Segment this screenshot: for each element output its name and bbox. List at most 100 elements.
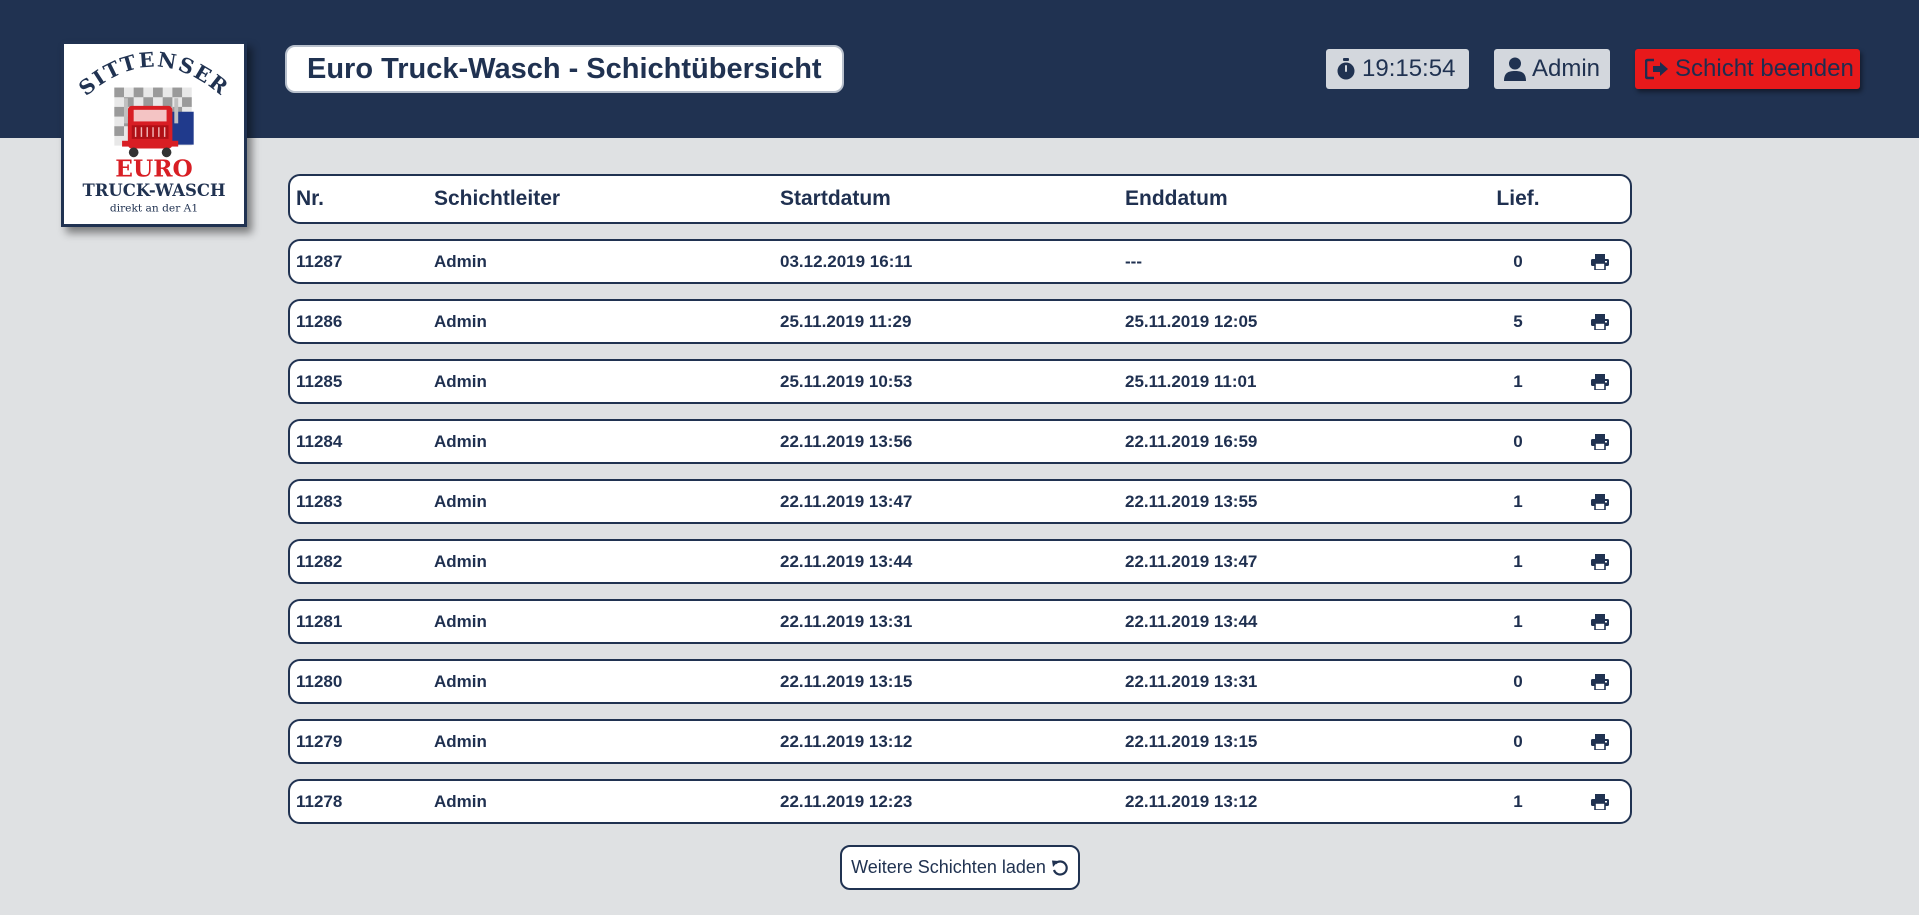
col-header-leiter: Schichtleiter <box>434 187 561 210</box>
col-header-lief: Lief. <box>1496 187 1540 210</box>
cell-end: 22.11.2019 16:59 <box>1125 431 1258 451</box>
shift-timer: 19:15:54 <box>1326 49 1469 89</box>
cell-leiter: Admin <box>434 731 487 751</box>
print-button[interactable] <box>1580 661 1620 702</box>
table-row: 11283 Admin 22.11.2019 13:47 22.11.2019 13:… <box>288 479 1632 524</box>
cell-leiter: Admin <box>434 491 487 511</box>
col-header-end: Enddatum <box>1125 187 1228 210</box>
cell-start: 22.11.2019 13:56 <box>780 431 913 451</box>
cell-leiter: Admin <box>434 371 487 391</box>
cell-end: 22.11.2019 13:15 <box>1125 731 1258 751</box>
cell-start: 22.11.2019 13:15 <box>780 671 913 691</box>
cell-nr: 11287 <box>296 251 343 271</box>
cell-nr: 11280 <box>296 671 343 691</box>
print-button[interactable] <box>1580 301 1620 342</box>
print-button[interactable] <box>1580 541 1620 582</box>
cell-leiter: Admin <box>434 431 487 451</box>
cell-leiter: Admin <box>434 791 487 811</box>
table-row: 11287 Admin 03.12.2019 16:11 --- 0 <box>288 239 1632 284</box>
table-row: 11282 Admin 22.11.2019 13:44 22.11.2019 13:… <box>288 539 1632 584</box>
print-button[interactable] <box>1580 361 1620 402</box>
print-button[interactable] <box>1580 781 1620 822</box>
table-row: 11281 Admin 22.11.2019 13:31 22.11.2019 13:… <box>288 599 1632 644</box>
print-icon <box>1591 553 1609 570</box>
print-icon <box>1591 793 1609 810</box>
cell-nr: 11282 <box>296 551 343 571</box>
print-icon <box>1591 673 1609 690</box>
load-more-label: Weitere Schichten laden <box>851 857 1046 877</box>
print-icon <box>1591 373 1609 390</box>
print-icon <box>1591 613 1609 630</box>
table-row: 11286 Admin 25.11.2019 11:29 25.11.2019 12:… <box>288 299 1632 344</box>
cell-start: 03.12.2019 16:11 <box>780 251 913 271</box>
user-button[interactable]: Admin <box>1494 49 1610 89</box>
user-name: Admin <box>1532 55 1601 82</box>
cell-leiter: Admin <box>434 671 487 691</box>
cell-end: 22.11.2019 13:55 <box>1125 491 1258 511</box>
logo: SITTENSER EURO TRUCK-WASCH direkt an der… <box>61 41 247 227</box>
print-button[interactable] <box>1580 721 1620 762</box>
cell-lief: 1 <box>1513 551 1523 571</box>
print-button[interactable] <box>1580 421 1620 462</box>
print-button[interactable] <box>1580 241 1620 282</box>
cell-end: 22.11.2019 13:47 <box>1125 551 1258 571</box>
cell-lief: 1 <box>1513 491 1523 511</box>
cell-start: 25.11.2019 10:53 <box>780 371 913 391</box>
cell-start: 22.11.2019 13:12 <box>780 731 913 751</box>
cell-end: 22.11.2019 13:12 <box>1125 791 1258 811</box>
sign-out-icon <box>1645 58 1668 80</box>
logo-brand-line2: TRUCK-WASCH <box>83 181 226 200</box>
page-title: Euro Truck-Wasch - Schichtübersicht <box>285 45 844 93</box>
logo-tagline: direkt an der A1 <box>110 201 198 214</box>
cell-lief: 0 <box>1513 731 1523 751</box>
table-row: 11280 Admin 22.11.2019 13:15 22.11.2019 13:… <box>288 659 1632 704</box>
cell-start: 22.11.2019 13:47 <box>780 491 913 511</box>
load-more-button[interactable]: Weitere Schichten laden <box>840 845 1080 890</box>
cell-nr: 11286 <box>296 311 343 331</box>
cell-end: 25.11.2019 12:05 <box>1125 311 1258 331</box>
print-button[interactable] <box>1580 601 1620 642</box>
print-icon <box>1591 433 1609 450</box>
shift-table: Nr. Schichtleiter Startdatum Enddatum Li… <box>288 174 1632 824</box>
print-button[interactable] <box>1580 481 1620 522</box>
col-header-start: Startdatum <box>780 187 891 210</box>
cell-lief: 1 <box>1513 611 1523 631</box>
cell-nr: 11285 <box>296 371 343 391</box>
table-row: 11284 Admin 22.11.2019 13:56 22.11.2019 16:… <box>288 419 1632 464</box>
cell-lief: 1 <box>1513 371 1523 391</box>
cell-lief: 1 <box>1513 791 1523 811</box>
cell-leiter: Admin <box>434 251 487 271</box>
cell-nr: 11278 <box>296 791 343 811</box>
table-row: 11285 Admin 25.11.2019 10:53 25.11.2019 11:… <box>288 359 1632 404</box>
print-icon <box>1591 733 1609 750</box>
undo-icon <box>1051 859 1068 876</box>
cell-end: --- <box>1125 251 1142 271</box>
end-shift-label: Schicht beenden <box>1675 55 1854 82</box>
cell-nr: 11279 <box>296 731 343 751</box>
cell-end: 25.11.2019 11:01 <box>1125 371 1257 391</box>
cell-leiter: Admin <box>434 311 487 331</box>
cell-lief: 0 <box>1513 251 1523 271</box>
print-icon <box>1591 313 1609 330</box>
cell-start: 22.11.2019 13:31 <box>780 611 913 631</box>
table-row: 11278 Admin 22.11.2019 12:23 22.11.2019 13:… <box>288 779 1632 824</box>
cell-nr: 11283 <box>296 491 343 511</box>
user-icon <box>1504 57 1526 81</box>
cell-end: 22.11.2019 13:44 <box>1125 611 1258 631</box>
cell-nr: 11281 <box>296 611 343 631</box>
cell-leiter: Admin <box>434 551 487 571</box>
stopwatch-icon <box>1337 58 1355 80</box>
cell-leiter: Admin <box>434 611 487 631</box>
end-shift-button[interactable]: Schicht beenden <box>1635 49 1860 89</box>
table-row: 11279 Admin 22.11.2019 13:12 22.11.2019 13:… <box>288 719 1632 764</box>
cell-start: 25.11.2019 11:29 <box>780 311 912 331</box>
print-icon <box>1591 493 1609 510</box>
cell-lief: 0 <box>1513 671 1523 691</box>
table-header: Nr. Schichtleiter Startdatum Enddatum Li… <box>288 174 1632 224</box>
timer-value: 19:15:54 <box>1362 55 1456 82</box>
logo-brand-line1: EURO <box>115 156 192 183</box>
cell-nr: 11284 <box>296 431 343 451</box>
cell-lief: 0 <box>1513 431 1523 451</box>
cell-start: 22.11.2019 13:44 <box>780 551 913 571</box>
cell-end: 22.11.2019 13:31 <box>1125 671 1258 691</box>
